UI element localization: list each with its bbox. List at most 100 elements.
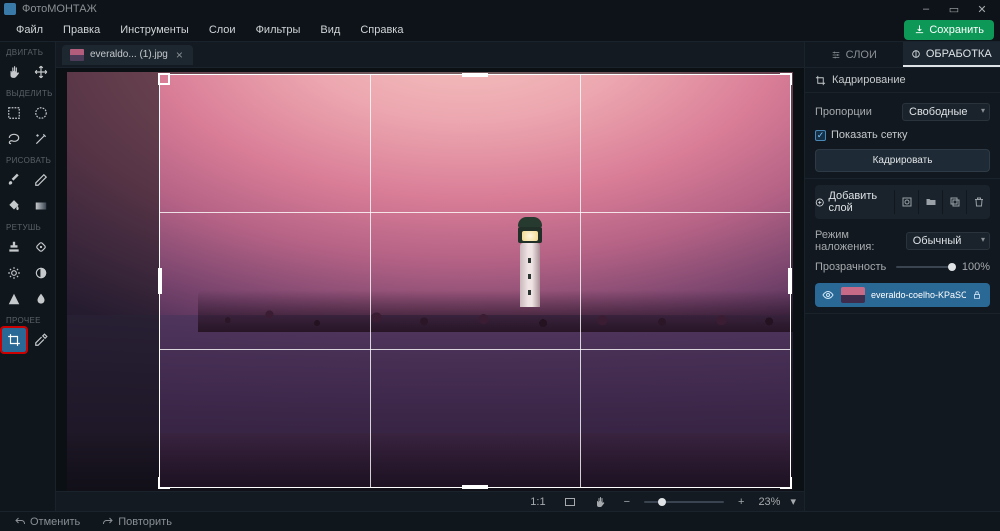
photo-image [67, 72, 793, 492]
menu-tools[interactable]: Инструменты [110, 22, 199, 38]
zoom-value: 23% [758, 496, 780, 508]
canvas[interactable] [67, 72, 793, 492]
blur-tool[interactable] [30, 287, 54, 311]
toolbar: ДВИГАТЬ ВЫДЕЛИТЬ РИСОВАТЬ РЕТУШЬ [0, 42, 56, 511]
contrast-icon [34, 266, 48, 280]
zoom-slider[interactable] [644, 501, 724, 503]
fit-screen-button[interactable] [560, 495, 580, 509]
wand-icon [34, 132, 48, 146]
document-tab[interactable]: everaldo... (1).jpg × [62, 45, 193, 65]
save-button[interactable]: Сохранить [904, 20, 994, 40]
sharpen-tool[interactable] [2, 287, 26, 311]
proportions-select[interactable]: Свободные [902, 103, 990, 121]
menu-view[interactable]: Вид [310, 22, 350, 38]
hand-tool[interactable] [2, 60, 26, 84]
zoom-out-button[interactable]: − [620, 495, 634, 509]
add-layer-button[interactable]: Добавить слой [815, 185, 894, 219]
fill-tool[interactable] [2, 194, 26, 218]
move-icon [34, 65, 48, 79]
layer-folder-button[interactable] [918, 190, 942, 214]
lighthouse [517, 217, 543, 307]
brightness-tool[interactable] [2, 261, 26, 285]
crop-apply-button[interactable]: Кадрировать [815, 149, 990, 172]
pencil-tool[interactable] [30, 168, 54, 192]
center-area: everaldo... (1).jpg × [56, 42, 804, 511]
tab-thumbnail [70, 49, 84, 61]
menu-filters[interactable]: Фильтры [246, 22, 311, 38]
show-grid-checkbox[interactable]: Показать сетку [815, 125, 990, 143]
fit-icon [564, 496, 576, 508]
tab-layers[interactable]: СЛОИ [805, 42, 903, 67]
trash-icon [973, 196, 985, 208]
menu-file[interactable]: Файл [6, 22, 53, 38]
adjust-icon [911, 49, 921, 59]
magic-wand-tool[interactable] [30, 127, 54, 151]
app-icon [4, 3, 16, 15]
layer-name: everaldo-coelho-KPaSCpklCZw [871, 290, 966, 300]
zoom-in-button[interactable]: + [734, 495, 748, 509]
hand-icon [594, 496, 606, 508]
heal-tool[interactable] [30, 235, 54, 259]
saturation-tool[interactable] [30, 261, 54, 285]
minimize-button[interactable]: – [912, 1, 940, 17]
statusbar: 1:1 − + 23% ▾ [56, 491, 804, 511]
close-window-button[interactable]: ✕ [968, 1, 996, 17]
blend-mode-select[interactable]: Обычный [906, 232, 990, 250]
copy-icon [949, 196, 961, 208]
brush-tool[interactable] [2, 168, 26, 192]
layer-mask-button[interactable] [894, 190, 918, 214]
drop-icon [34, 292, 48, 306]
ellipse-select-tool[interactable] [30, 101, 54, 125]
hand-pan-button[interactable] [590, 495, 610, 509]
layer-delete-button[interactable] [966, 190, 990, 214]
gradient-tool[interactable] [30, 194, 54, 218]
download-icon [914, 24, 925, 35]
maximize-button[interactable]: ▭ [940, 1, 968, 17]
hand-icon [7, 65, 21, 79]
gradient-icon [34, 199, 48, 213]
tab-close-button[interactable]: × [174, 48, 185, 62]
layer-lock-button[interactable] [972, 290, 984, 300]
bucket-icon [7, 199, 21, 213]
bottombar: Отменить Повторить [0, 511, 1000, 531]
sliders-icon [831, 50, 841, 60]
menubar: Файл Правка Инструменты Слои Фильтры Вид… [0, 18, 1000, 42]
tab-label: everaldo... (1).jpg [90, 49, 168, 60]
right-panel: СЛОИ ОБРАБОТКА Кадрирование Пропорции Св… [804, 42, 1000, 511]
checkbox-icon [815, 130, 826, 141]
lasso-tool[interactable] [2, 127, 26, 151]
opacity-slider[interactable] [896, 266, 956, 268]
clone-stamp-tool[interactable] [2, 235, 26, 259]
eye-icon [822, 289, 834, 301]
canvas-area[interactable] [56, 68, 804, 491]
eyedropper-tool[interactable] [30, 328, 54, 352]
titlebar: ФотоМОНТАЖ – ▭ ✕ [0, 0, 1000, 18]
menu-edit[interactable]: Правка [53, 22, 110, 38]
proportions-label: Пропорции [815, 106, 872, 118]
layer-duplicate-button[interactable] [942, 190, 966, 214]
blend-mode-label: Режим наложения: [815, 229, 906, 253]
move-tool[interactable] [30, 60, 54, 84]
undo-button[interactable]: Отменить [8, 515, 86, 529]
pencil-icon [34, 173, 48, 187]
redo-icon [102, 516, 114, 528]
menu-layers[interactable]: Слои [199, 22, 246, 38]
triangle-icon [7, 292, 21, 306]
main: ДВИГАТЬ ВЫДЕЛИТЬ РИСОВАТЬ РЕТУШЬ [0, 42, 1000, 511]
rect-select-tool[interactable] [2, 101, 26, 125]
undo-icon [14, 516, 26, 528]
layer-visibility-toggle[interactable] [821, 288, 835, 302]
brush-icon [7, 173, 21, 187]
crop-header: Кадрирование [832, 74, 906, 86]
tab-processing[interactable]: ОБРАБОТКА [903, 42, 1000, 67]
zoom-ratio-button[interactable]: 1:1 [526, 495, 549, 509]
crop-icon [815, 75, 826, 86]
stamp-icon [7, 240, 21, 254]
menu-help[interactable]: Справка [350, 22, 413, 38]
lock-icon [972, 290, 982, 300]
layer-item[interactable]: everaldo-coelho-KPaSCpklCZw [815, 283, 990, 307]
zoom-dropdown[interactable]: ▾ [790, 495, 796, 508]
app-title: ФотоМОНТАЖ [22, 3, 97, 15]
crop-tool[interactable] [2, 328, 26, 352]
redo-button[interactable]: Повторить [96, 515, 178, 529]
